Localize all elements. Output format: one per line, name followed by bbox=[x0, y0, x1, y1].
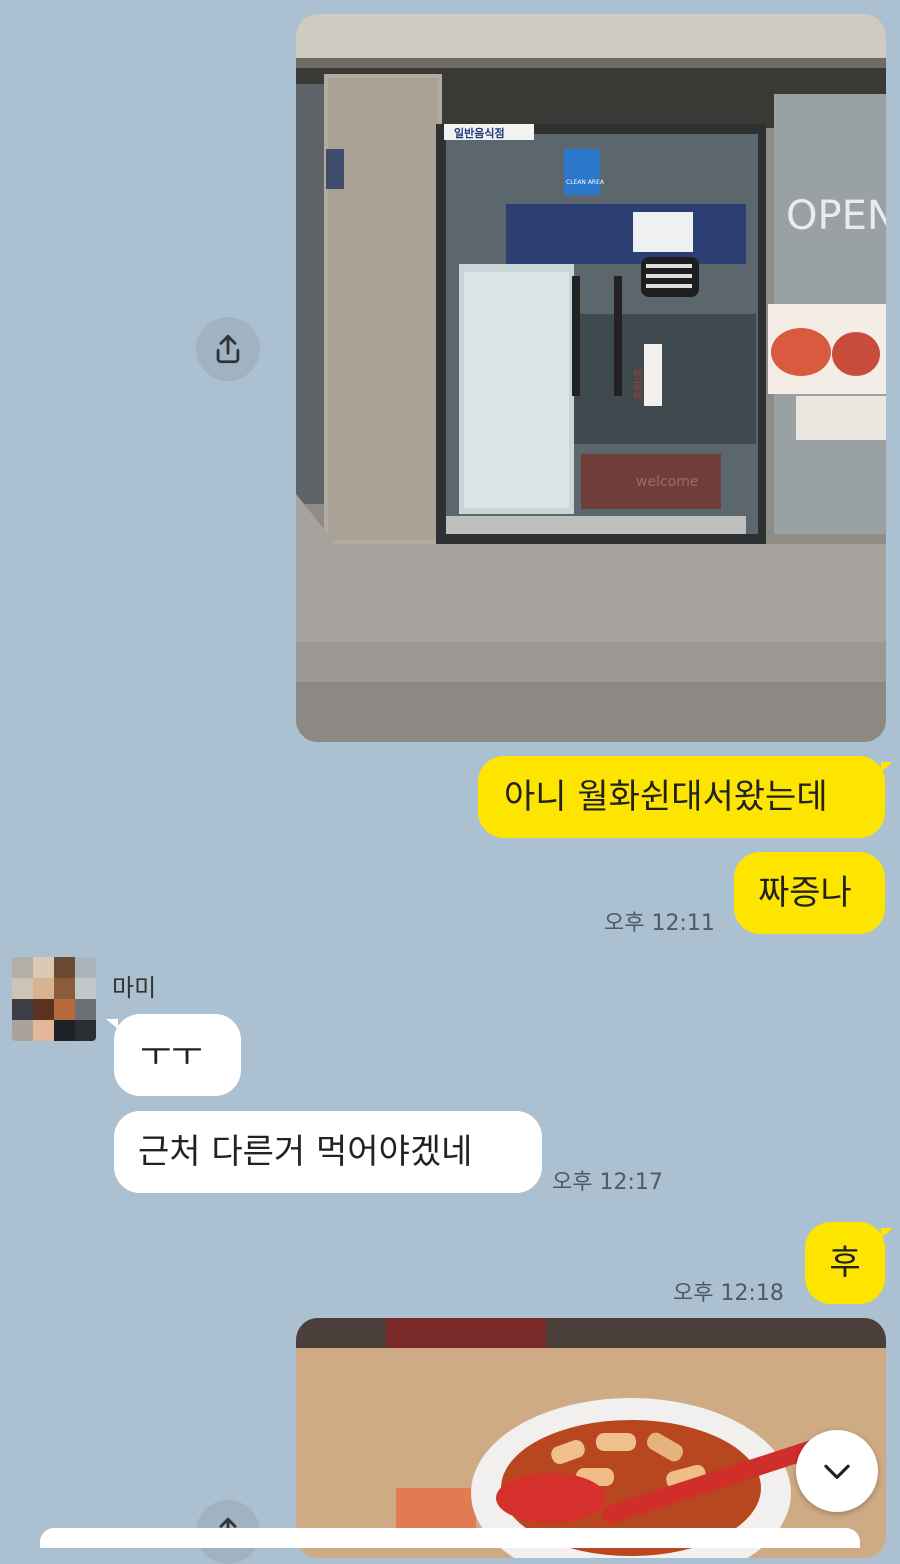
sign-clean: CLEAN AREA bbox=[566, 179, 605, 186]
my-message-bubble[interactable]: 짜증나 bbox=[734, 852, 885, 934]
food-image bbox=[296, 1318, 886, 1558]
timestamp: 오후 12:18 bbox=[673, 1281, 784, 1306]
my-message-bubble[interactable]: 아니 월화쉰대서왔는데 bbox=[478, 756, 885, 838]
food-photo[interactable] bbox=[296, 1318, 886, 1558]
message-text: 짜증나 bbox=[758, 873, 852, 913]
timestamp: 오후 12:17 bbox=[552, 1170, 663, 1195]
timestamp: 오후 12:11 bbox=[604, 911, 715, 936]
my-message-bubble[interactable]: 후 bbox=[805, 1222, 885, 1304]
bubble-tail bbox=[881, 1228, 893, 1238]
sign-category: 일반음식점 bbox=[454, 126, 505, 140]
sign-mat: welcome bbox=[636, 474, 698, 490]
their-message-bubble[interactable]: 근처 다른거 먹어야겠네 bbox=[114, 1111, 542, 1193]
scroll-to-bottom-button[interactable] bbox=[796, 1430, 878, 1512]
message-text: 근처 다른거 먹어야겠네 bbox=[138, 1132, 473, 1172]
storefront-photo[interactable]: 일반음식점 CLEAN AREA 정기휴일 welcome OPEN bbox=[296, 14, 886, 742]
share-icon bbox=[216, 334, 240, 364]
sender-name: 마미 bbox=[112, 974, 157, 1002]
chevron-down-icon bbox=[824, 1464, 850, 1479]
message-text: ㅜㅜ bbox=[140, 1035, 203, 1075]
sign-holiday: 정기휴일 bbox=[633, 369, 643, 398]
message-text: 후 bbox=[829, 1243, 861, 1283]
input-bar[interactable] bbox=[40, 1528, 860, 1548]
message-text: 아니 월화쉰대서왔는데 bbox=[504, 777, 828, 817]
their-message-bubble[interactable]: ㅜㅜ bbox=[114, 1014, 241, 1096]
sign-open: OPEN bbox=[786, 193, 886, 239]
bubble-tail bbox=[106, 1019, 118, 1029]
share-button[interactable] bbox=[196, 317, 260, 381]
storefront-image: 일반음식점 CLEAN AREA 정기휴일 welcome OPEN bbox=[296, 14, 886, 742]
avatar[interactable] bbox=[12, 957, 96, 1041]
bubble-tail bbox=[881, 762, 893, 772]
